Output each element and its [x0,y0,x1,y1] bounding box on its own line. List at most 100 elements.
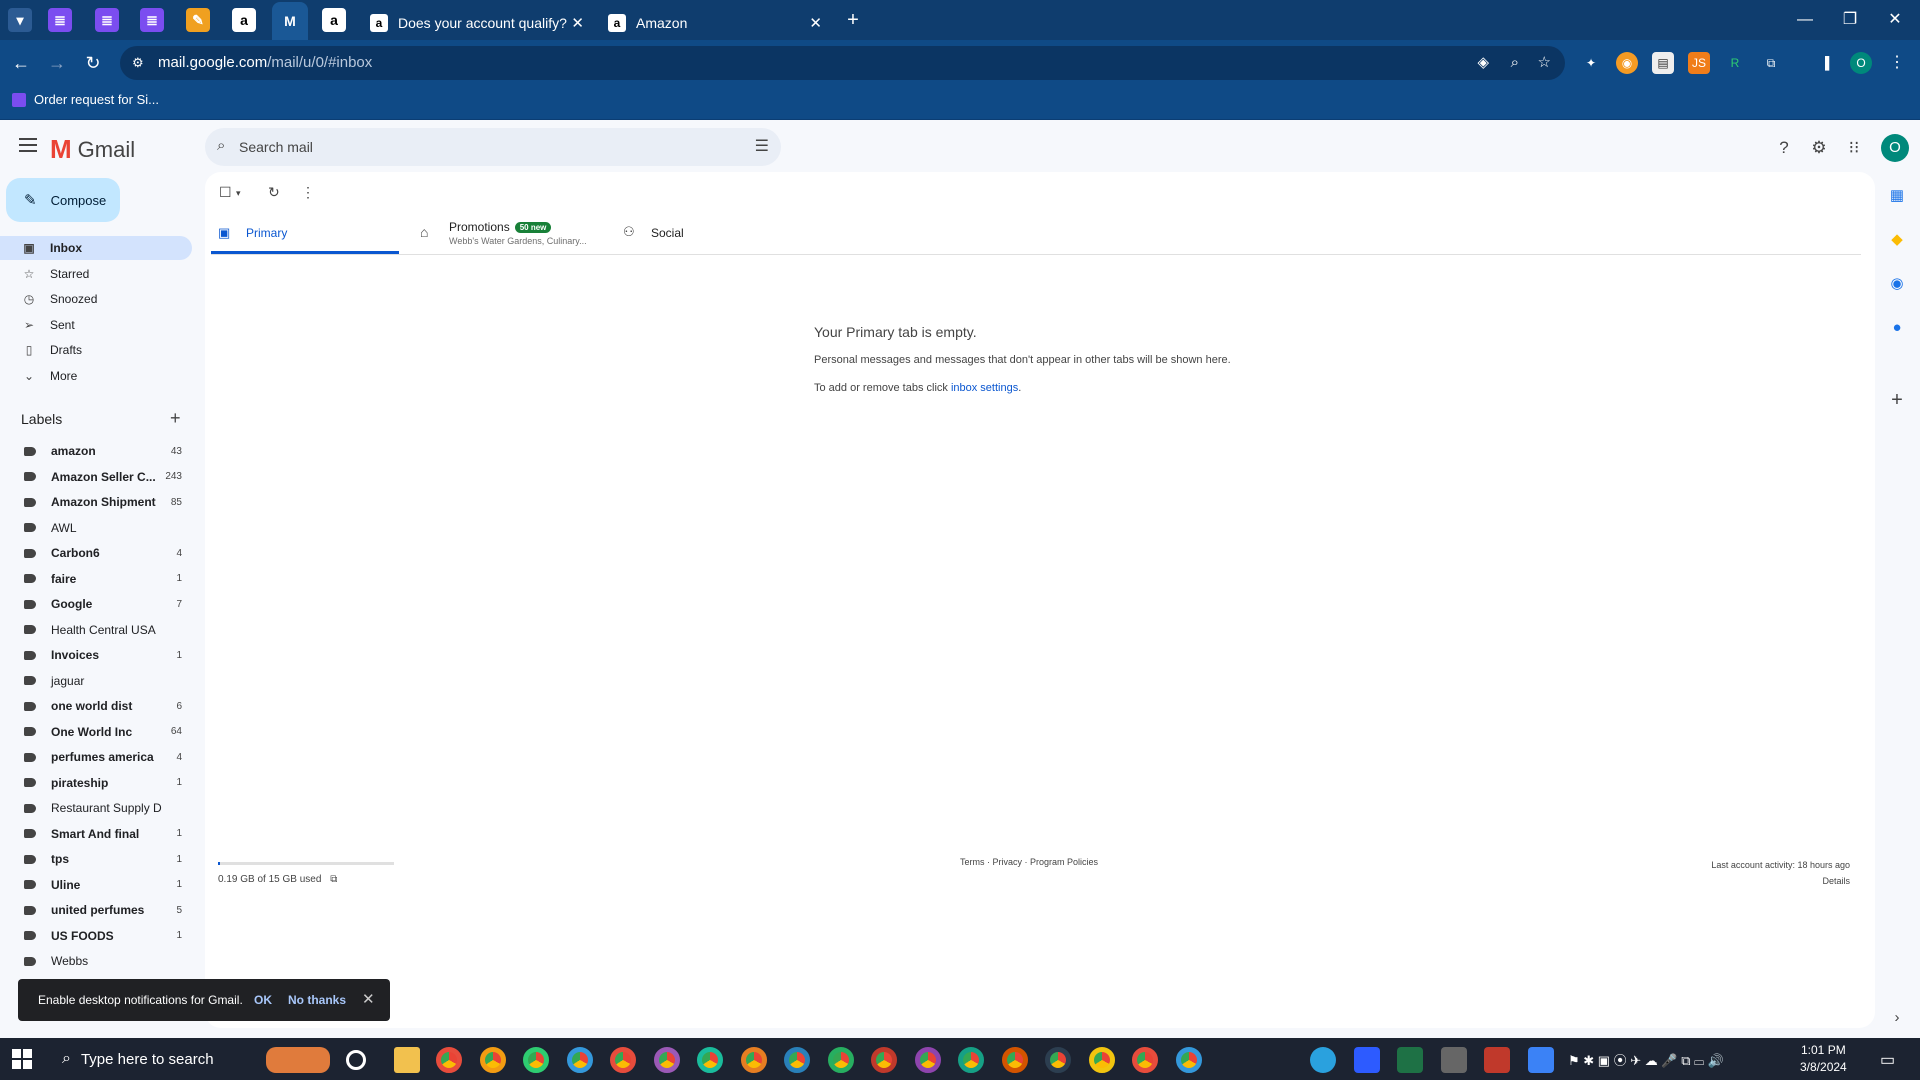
close-tab-icon[interactable]: ✕ [809,14,822,32]
chrome-app-icon[interactable] [436,1047,462,1073]
lens-icon[interactable]: ◈ [1477,46,1489,80]
app-icon[interactable] [1484,1047,1510,1073]
label-item[interactable]: amazon 43 [0,440,192,462]
chrome-app-icon[interactable] [653,1047,680,1073]
tab-amazon[interactable]: a Amazon ✕ [598,6,834,40]
file-explorer-icon[interactable] [394,1047,420,1073]
label-item[interactable]: AWL [0,517,192,539]
cortana-icon[interactable] [346,1050,366,1070]
label-item[interactable]: one world dist 6 [0,695,192,717]
zoom-icon[interactable]: ⌕ [1511,46,1519,80]
chrome-app-icon[interactable] [740,1047,767,1073]
chrome-app-icon[interactable] [523,1047,549,1073]
refresh-icon[interactable]: ↻ [268,184,280,201]
tab-pinned-icon[interactable]: ≣ [48,8,72,32]
label-item[interactable]: One World Inc 64 [0,721,192,743]
nav-starred[interactable]: ☆ Starred [0,262,192,286]
label-item[interactable]: Smart And final 1 [0,823,192,845]
tab-pinned-icon[interactable]: ≣ [140,8,164,32]
browser-menu-icon[interactable]: ⋮ [1886,52,1908,74]
chrome-app-icon[interactable] [871,1047,897,1073]
address-bar[interactable]: ⚙ mail.google.com/mail/u/0/#inbox ◈ ⌕ ☆ [120,46,1565,80]
chrome-app-icon[interactable] [1001,1047,1028,1073]
windows-start-icon[interactable] [12,1049,32,1069]
extension-icon[interactable]: R [1724,52,1746,74]
tab-search-dropdown-icon[interactable]: ▾ [8,8,32,32]
taskbar-clock[interactable]: 1:01 PM 3/8/2024 [1800,1042,1847,1076]
close-icon[interactable]: ✕ [362,990,375,1008]
chrome-app-icon[interactable] [610,1047,636,1073]
system-tray-icons[interactable]: ⚑ ✱ ▣ ⦿ ✈ ☁ 🎤 ⧉ ▭ 🔊 [1568,1050,1724,1069]
nav-snoozed[interactable]: ◷ Snoozed [0,287,192,311]
taskbar-search[interactable]: ⌕ Type here to search [48,1040,248,1078]
search-input[interactable]: Search mail [239,139,313,155]
label-item[interactable]: jaguar [0,670,192,692]
chrome-app-icon[interactable] [914,1047,941,1073]
show-side-panel-icon[interactable]: › [1887,1008,1907,1028]
nav-more[interactable]: ⌄ More [0,364,192,388]
label-item[interactable]: Restaurant Supply D [0,797,192,819]
compose-button[interactable]: ✎ Compose [6,178,120,222]
bookmark-star-icon[interactable]: ☆ [1538,46,1551,80]
bookmark-item[interactable]: Order request for Si... [12,92,159,107]
label-item[interactable]: Uline 1 [0,874,192,896]
search-icon[interactable]: ⌕ [217,137,225,154]
chrome-app-icon[interactable] [1088,1047,1115,1073]
add-label-icon[interactable]: + [170,408,181,429]
label-item[interactable]: US FOODS 1 [0,925,192,947]
inbox-settings-link[interactable]: inbox settings [951,382,1018,394]
label-item[interactable]: pirateship 1 [0,772,192,794]
nav-drafts[interactable]: ▯ Drafts [0,338,192,362]
chrome-app-icon[interactable] [958,1047,984,1073]
open-in-new-icon[interactable]: ⧉ [330,874,337,885]
forward-icon[interactable]: → [44,50,70,76]
notifications-icon[interactable]: ▭ [1880,1050,1895,1070]
label-item[interactable]: perfumes america 4 [0,746,192,768]
keep-icon[interactable]: ◆ [1887,230,1907,250]
snackbar-no-thanks-button[interactable]: No thanks [288,993,346,1007]
extension-icon[interactable]: ◉ [1616,52,1638,74]
amazon-icon[interactable]: a [232,8,256,32]
label-item[interactable]: Google 7 [0,593,192,615]
label-item[interactable]: Invoices 1 [0,644,192,666]
amazon-icon[interactable]: a [322,8,346,32]
tab-does-your-account-qualify[interactable]: a Does your account qualify? ✕ [360,6,596,40]
help-icon[interactable]: ? [1772,136,1796,160]
select-dropdown-icon[interactable]: ▾ [236,188,241,199]
chrome-app-icon[interactable] [479,1047,506,1073]
label-item[interactable]: united perfumes 5 [0,899,192,921]
chrome-app-icon[interactable] [784,1047,810,1073]
account-avatar[interactable]: O [1881,134,1909,162]
label-item[interactable]: Webbs [0,950,192,972]
extension-icon[interactable]: ▤ [1652,52,1674,74]
side-panel-icon[interactable]: ▐ [1814,52,1836,74]
tab-pinned-icon[interactable]: ≣ [95,8,119,32]
telegram-icon[interactable] [1310,1047,1336,1073]
tab-promotions[interactable]: ⌂ Promotions 50 new Webb's Water Gardens,… [410,218,610,254]
calculator-icon[interactable] [1440,1047,1467,1073]
search-options-icon[interactable]: ☰ [755,136,769,156]
tab-pinned-icon[interactable]: ✎ [186,8,210,32]
snackbar-ok-button[interactable]: OK [254,993,272,1007]
nav-inbox[interactable]: ▣ Inbox [0,236,192,260]
site-info-icon[interactable]: ⚙ [132,46,144,80]
app-icon[interactable] [1527,1047,1554,1073]
label-item[interactable]: tps 1 [0,848,192,870]
nav-sent[interactable]: ➢ Sent [0,313,192,337]
chrome-app-icon[interactable] [566,1047,593,1073]
gmail-logo[interactable]: M Gmail [50,134,135,165]
label-item[interactable]: faire 1 [0,568,192,590]
minimize-icon[interactable]: — [1790,8,1820,32]
details-link[interactable]: Details [1711,873,1850,889]
chrome-app-icon[interactable] [1132,1047,1158,1073]
excel-icon[interactable] [1397,1047,1423,1073]
zoom-icon[interactable] [1353,1047,1380,1073]
more-actions-icon[interactable]: ⋮ [301,184,315,201]
chrome-app-icon[interactable] [697,1047,723,1073]
chrome-app-icon[interactable] [827,1047,854,1073]
add-addon-icon[interactable]: + [1887,390,1907,410]
new-tab-icon[interactable]: + [838,8,868,32]
search-bar[interactable]: ⌕ Search mail ☰ [205,128,781,166]
gmail-tab-active[interactable]: M [272,2,308,40]
tab-social[interactable]: ⚇ Social [615,218,795,254]
